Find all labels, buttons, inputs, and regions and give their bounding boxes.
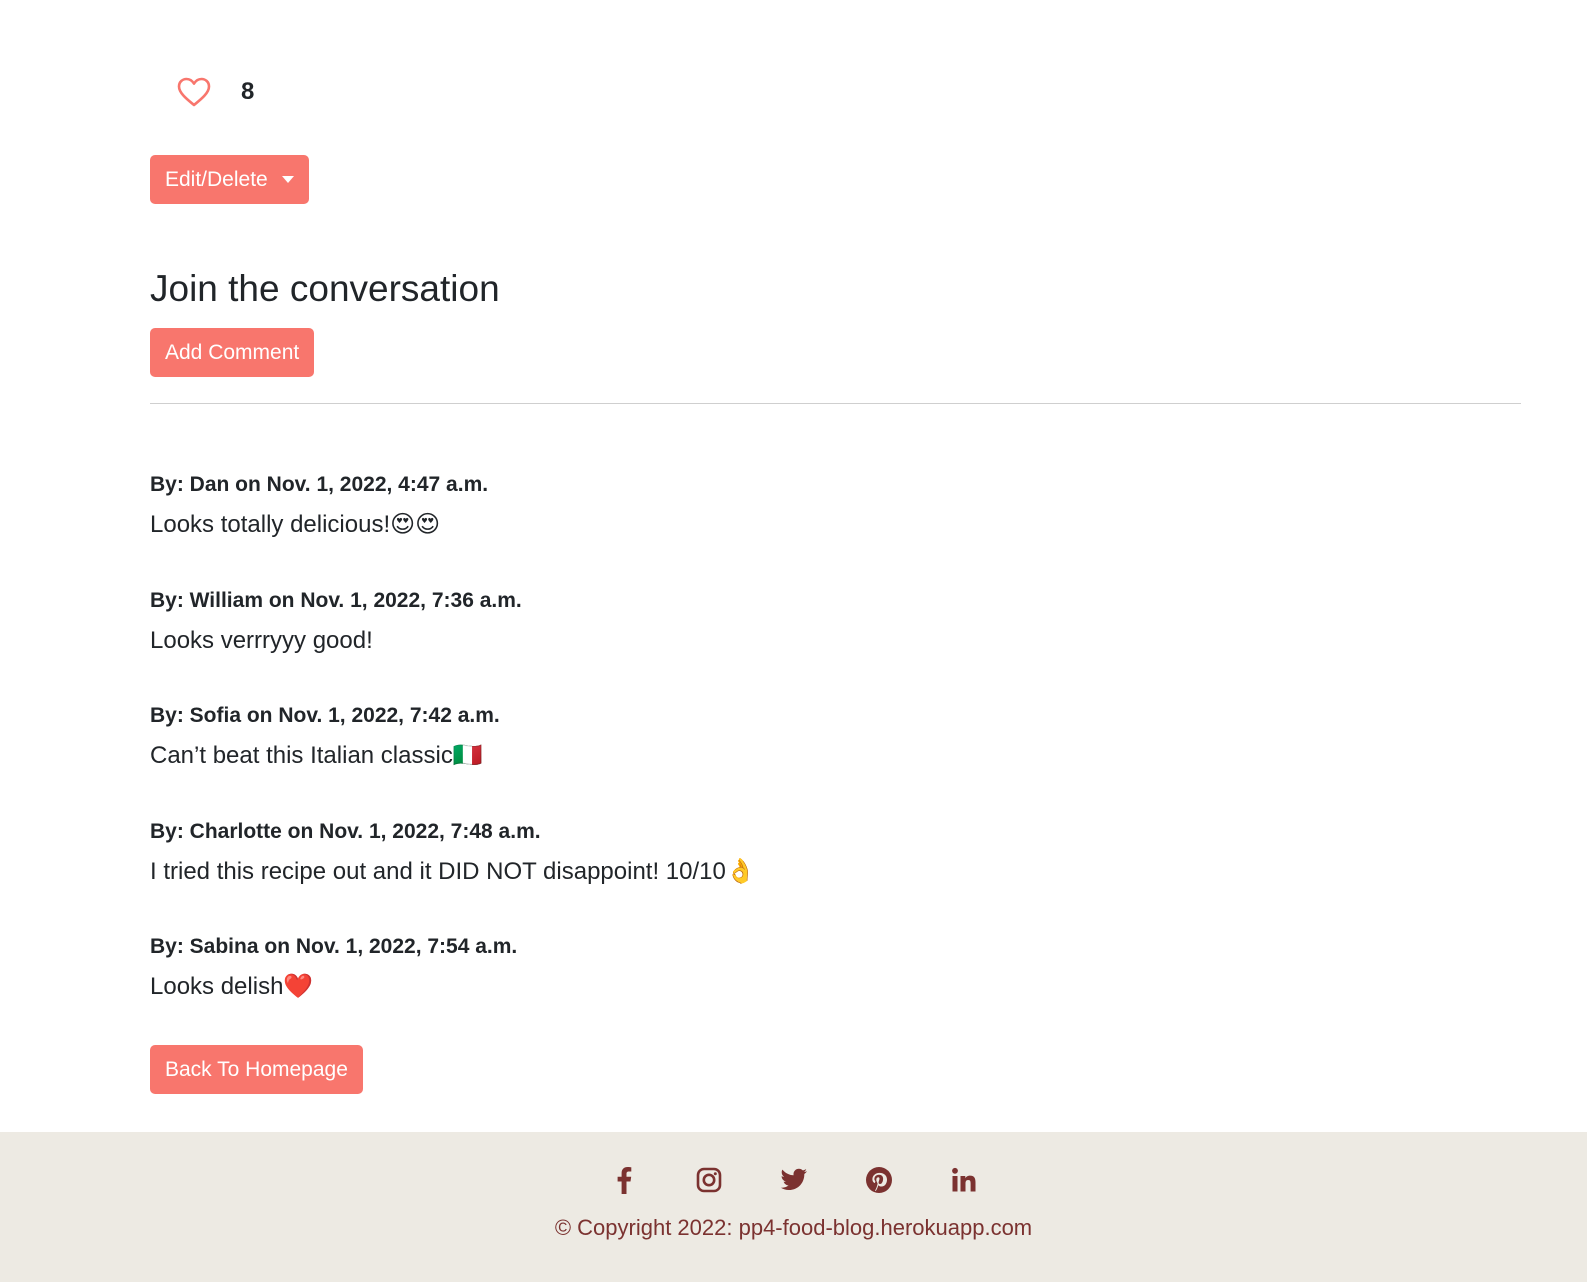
comment-item: By: Sofia on Nov. 1, 2022, 7:42 a.m. Can… [150, 701, 1521, 817]
twitter-icon[interactable] [751, 1162, 836, 1198]
comment-body: Looks verrryyy good! [150, 626, 373, 654]
pinterest-icon[interactable] [836, 1162, 921, 1198]
back-to-homepage-button[interactable]: Back To Homepage [150, 1045, 363, 1094]
footer: © Copyright 2022: pp4-food-blog.herokuap… [0, 1132, 1587, 1282]
social-links [0, 1162, 1587, 1198]
conversation-title: Join the conversation [150, 268, 500, 309]
comment-meta: By: Dan on Nov. 1, 2022, 4:47 a.m. [150, 473, 489, 496]
edit-delete-dropdown-button[interactable]: Edit/Delete [150, 155, 309, 204]
linkedin-icon[interactable] [921, 1162, 1006, 1198]
comment-body: Looks totally delicious!😍😍 [150, 511, 441, 538]
divider [150, 403, 1521, 404]
caret-down-icon [281, 176, 294, 183]
copyright-text: © Copyright 2022: pp4-food-blog.herokuap… [554, 1215, 1033, 1240]
edit-delete-label: Edit/Delete [165, 167, 268, 191]
comment-item: By: Dan on Nov. 1, 2022, 4:47 a.m. Looks… [150, 470, 1521, 586]
comment-meta: By: Sabina on Nov. 1, 2022, 7:54 a.m. [150, 935, 518, 958]
page: 8 Edit/Delete Join the conversation Add … [0, 0, 1587, 1282]
add-comment-button[interactable]: Add Comment [150, 328, 315, 377]
comment-item: By: Sabina on Nov. 1, 2022, 7:54 a.m. Lo… [150, 932, 1521, 1048]
comment-item: By: William on Nov. 1, 2022, 7:36 a.m. L… [150, 586, 1521, 702]
comment-meta: By: Charlotte on Nov. 1, 2022, 7:48 a.m. [150, 819, 541, 843]
comment-meta: By: Sofia on Nov. 1, 2022, 7:42 a.m. [150, 704, 500, 727]
comment-body: I tried this recipe out and it DID NOT d… [150, 857, 756, 885]
heart-outline-icon[interactable] [176, 74, 212, 110]
facebook-icon[interactable] [581, 1162, 666, 1198]
comment-meta: By: William on Nov. 1, 2022, 7:36 a.m. [150, 588, 522, 612]
comment-list: By: Dan on Nov. 1, 2022, 4:47 a.m. Looks… [150, 470, 1521, 1048]
like-section: 8 [176, 72, 254, 112]
comment-item: By: Charlotte on Nov. 1, 2022, 7:48 a.m.… [150, 817, 1521, 933]
like-count: 8 [241, 78, 255, 105]
comment-body: Can’t beat this Italian classic🇮🇹 [150, 742, 483, 769]
comment-body: Looks delish❤️ [150, 973, 314, 1000]
instagram-icon[interactable] [666, 1162, 751, 1198]
